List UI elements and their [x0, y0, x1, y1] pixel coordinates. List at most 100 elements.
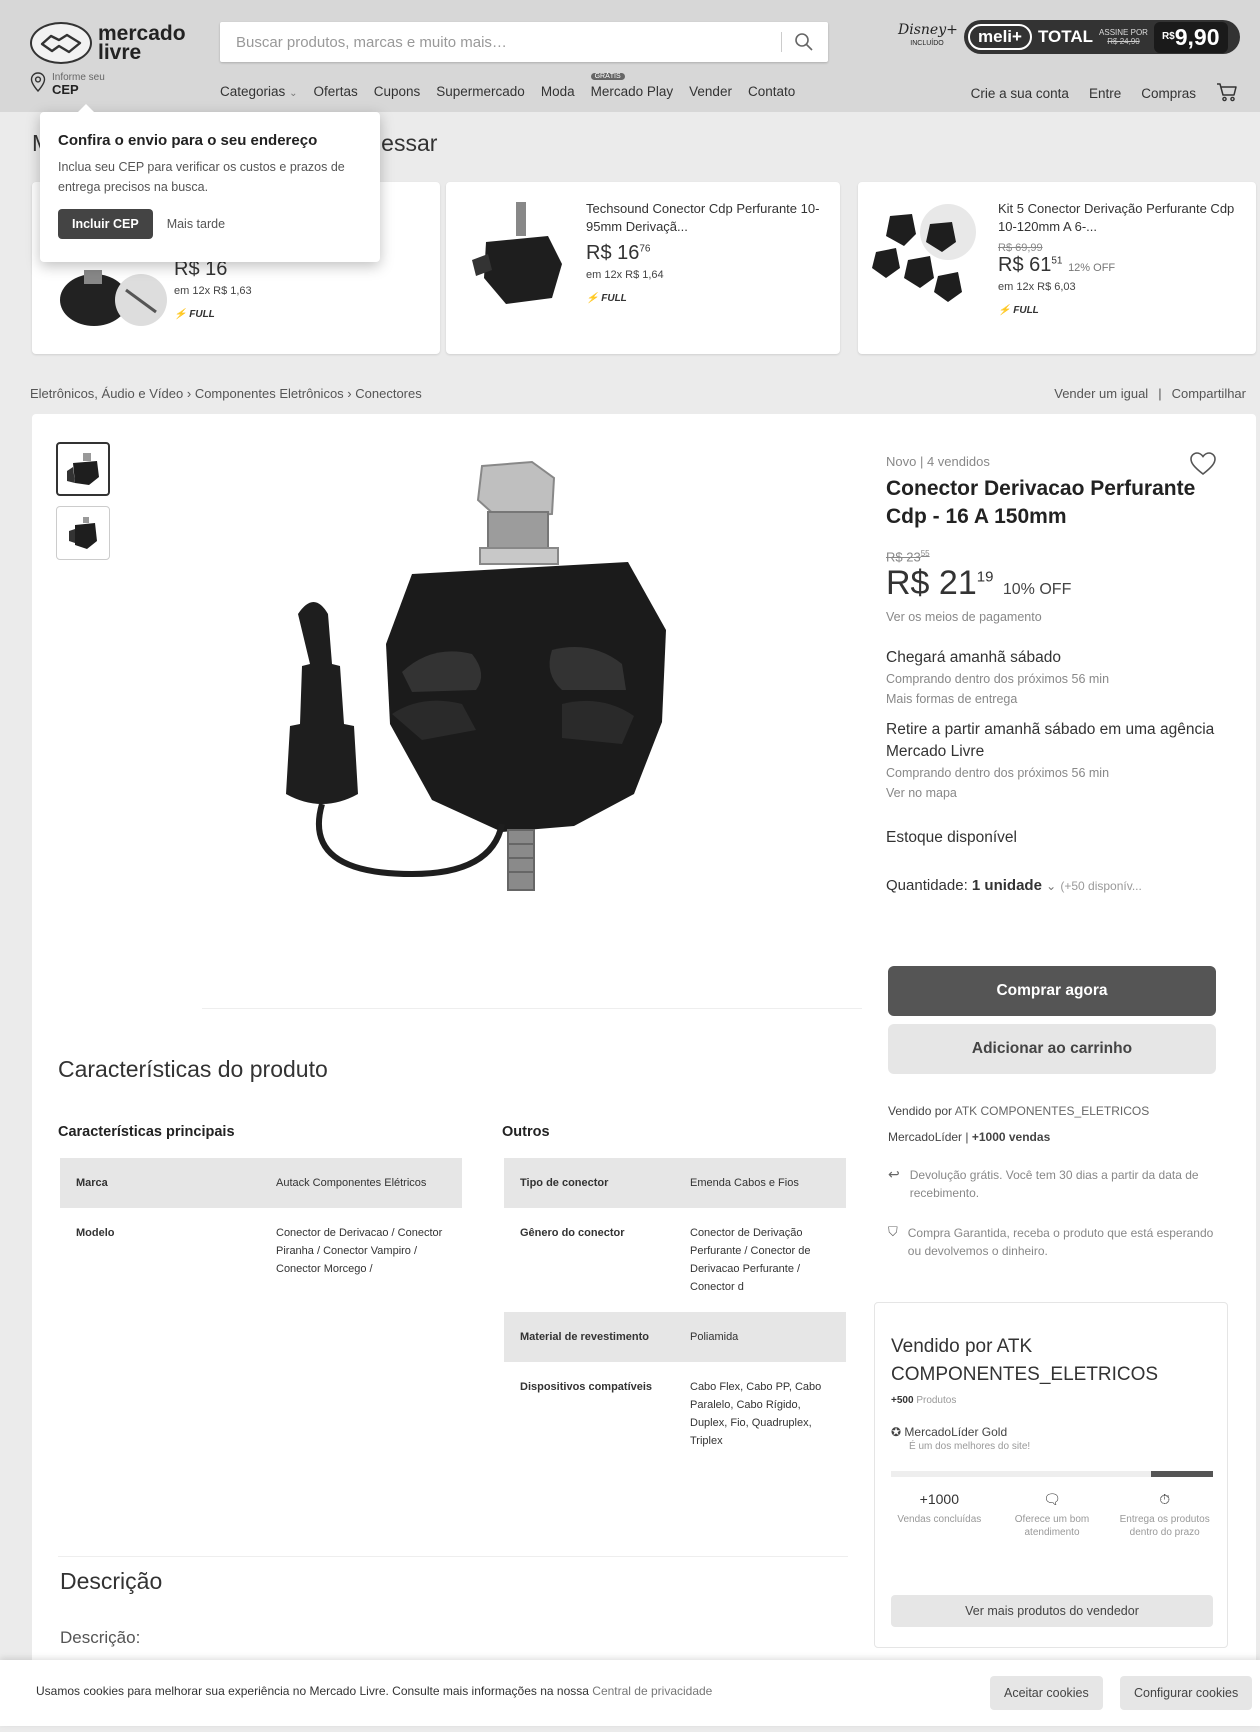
quantity-selector[interactable]: Quantidade: 1 unidade ⌄ (+50 disponív... — [886, 877, 1216, 894]
purchase-guarantee[interactable]: ⛉ Compra Garantida, receba o produto que… — [888, 1224, 1218, 1260]
disney-plus-logo: Disney+ INCLUÍDO — [898, 23, 958, 50]
thumbnail-1[interactable] — [56, 442, 110, 496]
nav-contato[interactable]: Contato — [748, 84, 795, 99]
spec-row: Dispositivos compatíveis Cabo Flex, Cabo… — [504, 1362, 846, 1466]
card-1-info: R$ 16 em 12x R$ 1,63 ⚡ FULL — [174, 252, 252, 320]
spec-key: Marca — [60, 1158, 260, 1208]
include-cep-button[interactable]: Incluir CEP — [58, 209, 153, 239]
share-link[interactable]: Compartilhar — [1172, 386, 1246, 401]
nav-moda[interactable]: Moda — [541, 84, 575, 99]
full-badge: ⚡ FULL — [174, 309, 215, 320]
sold-by-line: Vendido por ATK COMPONENTES_ELETRICOS — [888, 1098, 1218, 1124]
breadcrumb-item[interactable]: Eletrônicos, Áudio e Vídeo — [30, 386, 183, 401]
login-link[interactable]: Entre — [1089, 86, 1121, 101]
nav-supermercado[interactable]: Supermercado — [436, 84, 525, 99]
logo-text: mercado livre — [98, 23, 186, 64]
delivery-sub: Comprando dentro dos próximos 56 min — [886, 672, 1110, 687]
thumbnail-2[interactable] — [56, 506, 110, 560]
product-panel: Novo | 4 vendidos Conector Derivacao Per… — [32, 414, 1256, 1664]
purchases-link[interactable]: Compras — [1141, 86, 1196, 101]
return-policy[interactable]: ↩ Devolução grátis. Você tem 30 dias a p… — [888, 1166, 1218, 1202]
later-button[interactable]: Mais tarde — [167, 217, 225, 231]
cookie-banner: Usamos cookies para melhorar sua experiê… — [0, 1660, 1260, 1726]
card-discount: 12% OFF — [1068, 262, 1116, 274]
price: R$ 2119 10% OFF — [886, 564, 1216, 603]
description-subtitle: Descrição: — [60, 1628, 141, 1647]
seller-link[interactable]: ATK COMPONENTES_ELETRICOS — [955, 1104, 1149, 1118]
add-to-cart-button[interactable]: Adicionar ao carrinho — [888, 1024, 1216, 1074]
characteristics-title: Características do produto — [58, 1056, 328, 1082]
spec-value: Conector de Derivacao / Conector Piranha… — [276, 1227, 443, 1275]
sold-by-prefix: Vendido por — [888, 1104, 953, 1118]
cep-selector[interactable]: Informe seu CEP — [30, 72, 105, 97]
card-price: R$ 6151 12% OFF — [998, 254, 1246, 277]
full-badge: ⚡ FULL — [586, 293, 627, 304]
main-product-image[interactable] — [262, 454, 762, 959]
payment-methods-link[interactable]: Ver os meios de pagamento — [886, 607, 1216, 627]
description-title: Descrição — [60, 1568, 163, 1594]
cookie-text: Usamos cookies para melhorar sua experiê… — [36, 1684, 712, 1698]
full-label: FULL — [1013, 305, 1039, 316]
search-bar — [220, 22, 828, 62]
search-divider — [781, 32, 782, 52]
create-account-link[interactable]: Crie a sua conta — [971, 86, 1069, 101]
quantity-available: (+50 disponív... — [1060, 879, 1142, 894]
shipping-popup: Confira o envio para o seu endereço Incl… — [40, 104, 380, 262]
nav-mercado-play[interactable]: GRÁTIS Mercado Play — [590, 73, 674, 99]
seller-products: +500 Produtos — [891, 1395, 956, 1406]
description-divider — [58, 1556, 848, 1557]
breadcrumb-actions: Vender um igual | Compartilhar — [1054, 386, 1246, 401]
mercado-livre-logo[interactable]: mercado livre — [30, 22, 186, 64]
return-arrow-icon: ↩ — [888, 1166, 900, 1182]
card-price-cents: 51 — [1051, 255, 1063, 267]
view-map-link[interactable]: Ver no mapa — [886, 783, 1216, 803]
nav-categorias[interactable]: Categorias ⌄ — [220, 84, 297, 99]
spec-row: Material de revestimento Poliamida — [504, 1312, 846, 1362]
seller-level: ✪ MercadoLíder Gold É um dos melhores do… — [891, 1425, 1030, 1452]
heart-icon[interactable] — [1190, 452, 1216, 481]
spec-row: Tipo de conector Emenda Cabos e Fios — [504, 1158, 846, 1208]
old-price-int: R$ 23 — [886, 549, 921, 565]
pickup-sub: Comprando dentro dos próximos 56 min — [886, 766, 1110, 781]
reputation-level-fill — [1151, 1471, 1213, 1477]
recommendation-card-2[interactable]: Techsound Conector Cdp Perfurante 10-95m… — [446, 182, 840, 354]
stat-label: Oferece um bom atendimento — [1014, 1514, 1090, 1538]
card-price-int: R$ 61 — [998, 254, 1052, 276]
logo-text-line2: livre — [98, 41, 142, 64]
accept-cookies-button[interactable]: Aceitar cookies — [990, 1676, 1103, 1710]
nav-mercado-play-label: Mercado Play — [590, 84, 674, 99]
search-input[interactable] — [220, 22, 780, 62]
buy-now-button[interactable]: Comprar agora — [888, 966, 1216, 1016]
spec-row: Modelo Conector de Derivacao / Conector … — [60, 1208, 462, 1294]
more-seller-products-button[interactable]: Ver mais produtos do vendedor — [891, 1595, 1213, 1627]
breadcrumb-item[interactable]: Componentes Eletrônicos — [195, 386, 344, 401]
more-delivery-link[interactable]: Mais formas de entrega — [886, 689, 1216, 709]
seller-title: Vendido por ATK COMPONENTES_ELETRICOS — [891, 1336, 1159, 1385]
old-price-cents: 55 — [920, 549, 930, 558]
sell-similar-link[interactable]: Vender um igual — [1054, 386, 1148, 401]
chevron-down-icon: ⌄ — [289, 88, 298, 99]
cart-icon[interactable] — [1216, 82, 1238, 105]
handshake-icon — [30, 22, 92, 64]
configure-cookies-button[interactable]: Configurar cookies — [1120, 1676, 1253, 1710]
main-characteristics-table: Marca Autack Componentes Elétricos Model… — [60, 1158, 462, 1294]
meli-plus-promo[interactable]: Disney+ INCLUÍDO meli+ TOTAL ASSINE POR … — [898, 20, 1240, 54]
stat-value: +1000 — [919, 1491, 959, 1507]
seller-level-sub: É um dos melhores do site! — [909, 1441, 1031, 1452]
search-icon[interactable] — [794, 32, 814, 57]
meli-price-currency: R$ — [1161, 30, 1175, 42]
main-characteristics-title: Características principais — [58, 1124, 235, 1140]
nav-vender[interactable]: Vender — [689, 84, 732, 99]
card-installments: em 12x R$ 1,63 — [174, 285, 252, 297]
cep-text: Informe seu CEP — [52, 72, 105, 97]
spec-key: Material de revestimento — [504, 1312, 674, 1362]
nav-cupons[interactable]: Cupons — [374, 84, 421, 99]
breadcrumb-item[interactable]: Conectores — [355, 386, 421, 401]
product-title: Conector Derivacao Perfurante Cdp - 16 A… — [886, 477, 1196, 528]
nav-ofertas[interactable]: Ofertas — [313, 84, 357, 99]
privacy-center-link[interactable]: Central de privacidade — [592, 1684, 712, 1698]
seller-products-count: +500 — [891, 1395, 914, 1406]
card-price-int: R$ 16 — [586, 242, 640, 264]
spec-value: Cabo Flex, Cabo PP, Cabo Paralelo, Cabo … — [690, 1381, 822, 1447]
recommendation-card-3[interactable]: Kit 5 Conector Derivação Perfurante Cdp … — [858, 182, 1256, 354]
